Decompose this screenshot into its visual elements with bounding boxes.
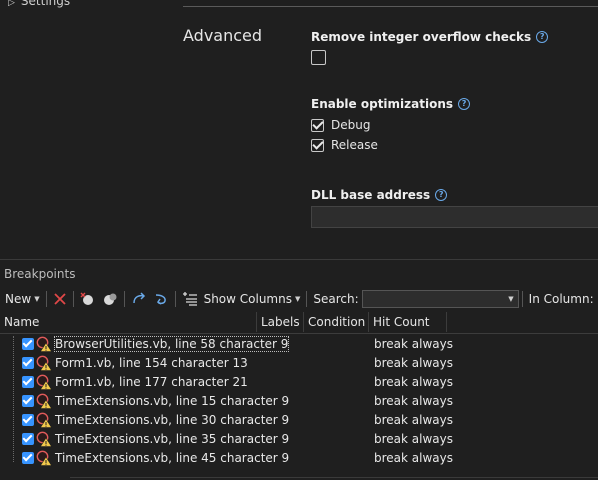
toolbar-separator: [123, 291, 125, 307]
show-columns-label: Show Columns: [203, 292, 292, 306]
breakpoints-list: BrowserUtilities.vb, line 58 character 9…: [0, 335, 598, 475]
breakpoint-enabled-checkbox[interactable]: [22, 357, 34, 369]
help-icon[interactable]: ?: [536, 31, 549, 43]
column-header-hit-count[interactable]: Hit Count: [369, 312, 447, 332]
new-breakpoint-button[interactable]: New ▼: [0, 288, 43, 310]
delete-x-icon: [53, 293, 66, 305]
go-to-source-button[interactable]: [128, 288, 150, 310]
debug-checkbox[interactable]: [311, 118, 324, 132]
breakpoint-enabled-checkbox[interactable]: [22, 452, 34, 464]
breakpoint-hit-count: break always: [374, 432, 453, 446]
search-label: Search:: [313, 292, 359, 306]
breakpoint-row[interactable]: TimeExtensions.vb, line 35 character 9 b…: [0, 430, 598, 449]
help-icon[interactable]: ?: [458, 98, 471, 110]
toggle-breakpoints-icon: [103, 293, 117, 305]
breakpoint-row[interactable]: TimeExtensions.vb, line 15 character 9 b…: [0, 392, 598, 411]
go-to-disassembly-button[interactable]: [150, 288, 172, 310]
toggle-all-breakpoints-button[interactable]: [99, 288, 121, 310]
breakpoints-window: Breakpoints New ▼ Show Columns ▼ Search:…: [0, 259, 598, 480]
breakpoint-location: TimeExtensions.vb, line 30 character 9: [55, 413, 290, 427]
toolbar-separator: [174, 291, 176, 307]
breakpoint-enabled-checkbox[interactable]: [22, 338, 34, 350]
column-list-icon: [182, 292, 197, 306]
dll-base-address-label: DLL base address: [311, 188, 431, 202]
section-divider: [183, 6, 598, 7]
breakpoint-location: TimeExtensions.vb, line 35 character 9: [55, 432, 290, 446]
enable-optimizations-label: Enable optimizations: [311, 97, 454, 111]
breakpoint-warning-icon: [36, 450, 52, 466]
toolbar-separator: [45, 291, 47, 307]
overflow-checks-checkbox[interactable]: [311, 50, 326, 65]
breakpoint-enabled-checkbox[interactable]: [22, 433, 34, 445]
breakpoint-hit-count: break always: [374, 375, 453, 389]
breakpoint-hit-count: break always: [374, 356, 453, 370]
breakpoint-warning-icon: [36, 336, 52, 352]
columns-settings-button[interactable]: [179, 288, 201, 310]
breakpoint-hit-count: break always: [374, 337, 453, 351]
breakpoint-hit-count: break always: [374, 413, 453, 427]
project-settings-panel: ▷ Settings Advanced Remove integer overfl…: [0, 0, 598, 258]
help-icon[interactable]: ?: [435, 189, 448, 201]
release-label: Release: [331, 138, 378, 152]
toolbar-separator: [521, 291, 523, 307]
go-to-disassembly-icon: [155, 294, 166, 305]
breakpoint-warning-icon: [36, 393, 52, 409]
settings-nav-item[interactable]: ▷ Settings: [8, 0, 70, 8]
go-to-source-icon: [132, 292, 145, 304]
debug-option[interactable]: Debug: [311, 118, 470, 132]
in-column-label: In Column:: [528, 292, 594, 306]
column-header-labels[interactable]: Labels: [257, 312, 304, 332]
delete-breakpoint-button[interactable]: [50, 288, 70, 310]
expand-triangle-icon[interactable]: ▷: [8, 0, 15, 8]
breakpoint-hit-count: break always: [374, 451, 453, 465]
column-header-name[interactable]: Name: [0, 312, 257, 332]
breakpoint-row[interactable]: TimeExtensions.vb, line 30 character 9 b…: [0, 411, 598, 430]
breakpoint-location: Form1.vb, line 177 character 21: [55, 375, 248, 389]
dll-base-address-input[interactable]: [311, 206, 598, 228]
breakpoint-location: TimeExtensions.vb, line 15 character 9: [55, 394, 290, 408]
toolbar-separator: [72, 291, 74, 307]
debug-label: Debug: [331, 118, 371, 132]
horizontal-scrollbar[interactable]: [70, 477, 598, 478]
breakpoints-title: Breakpoints: [4, 267, 76, 281]
breakpoints-toolbar: New ▼ Show Columns ▼ Search: ▼ In Column…: [0, 287, 598, 311]
column-header-condition[interactable]: Condition: [304, 312, 369, 332]
breakpoint-location: Form1.vb, line 154 character 13: [55, 356, 248, 370]
chevron-down-icon: ▼: [294, 295, 301, 303]
show-columns-button[interactable]: Show Columns ▼: [201, 288, 304, 310]
breakpoint-enabled-checkbox[interactable]: [22, 376, 34, 388]
breakpoint-location: BrowserUtilities.vb, line 58 character 9: [53, 336, 290, 352]
chevron-down-icon: ▼: [34, 295, 40, 303]
dll-setting-title: DLL base address ?: [311, 188, 448, 202]
toolbar-separator: [306, 291, 308, 307]
breakpoint-location: TimeExtensions.vb, line 45 character 9: [55, 451, 290, 465]
breakpoint-row[interactable]: Form1.vb, line 154 character 13 break al…: [0, 354, 598, 373]
search-input[interactable]: ▼: [361, 290, 519, 308]
breakpoint-row[interactable]: BrowserUtilities.vb, line 58 character 9…: [0, 335, 598, 354]
chevron-down-icon[interactable]: ▼: [508, 295, 513, 303]
breakpoint-warning-icon: [36, 412, 52, 428]
breakpoint-warning-icon: [36, 355, 52, 371]
breakpoint-enabled-checkbox[interactable]: [22, 414, 34, 426]
breakpoint-warning-icon: [36, 374, 52, 390]
overflow-checks-label: Remove integer overflow checks: [311, 30, 532, 44]
settings-nav-label: Settings: [20, 0, 71, 8]
breakpoint-warning-icon: [36, 431, 52, 447]
breakpoint-enabled-checkbox[interactable]: [22, 395, 34, 407]
overflow-setting: Remove integer overflow checks ?: [311, 30, 549, 68]
release-option[interactable]: Release: [311, 138, 470, 152]
release-checkbox[interactable]: [311, 138, 324, 152]
section-heading-advanced: Advanced: [183, 26, 263, 45]
breakpoint-row[interactable]: TimeExtensions.vb, line 45 character 9 b…: [0, 449, 598, 468]
delete-all-breakpoints-icon: [80, 292, 93, 305]
breakpoints-table-header: Name Labels Condition Hit Count: [0, 312, 598, 334]
new-label: New: [5, 292, 32, 306]
delete-all-breakpoints-button[interactable]: [77, 288, 99, 310]
optimizations-setting: Enable optimizations ? Debug Release: [311, 97, 471, 152]
breakpoint-row[interactable]: Form1.vb, line 177 character 21 break al…: [0, 373, 598, 392]
breakpoint-hit-count: break always: [374, 394, 453, 408]
